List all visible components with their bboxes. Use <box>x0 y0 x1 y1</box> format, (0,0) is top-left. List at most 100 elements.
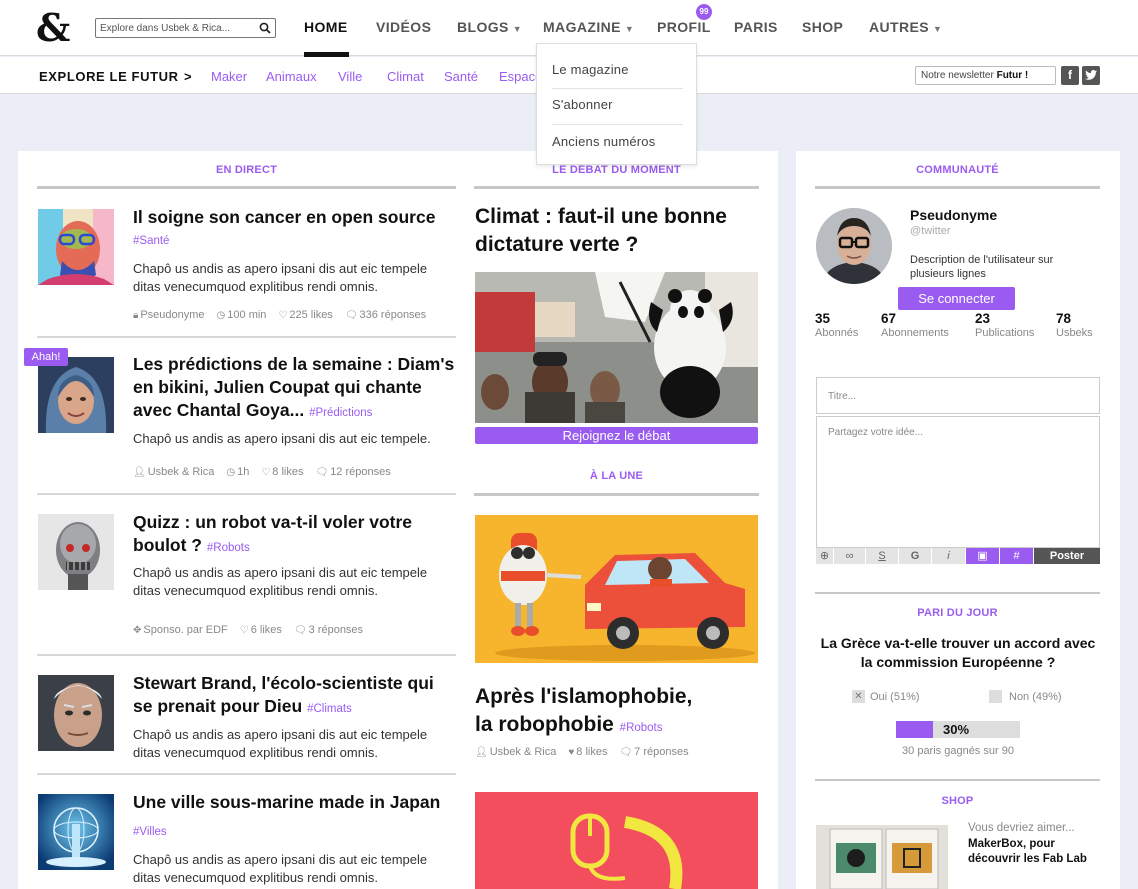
nav-blogs[interactable]: BLOGS ▼ <box>457 19 522 35</box>
article-thumbnail[interactable] <box>38 675 114 751</box>
bet-option-no[interactable]: Non (49%) <box>1009 691 1062 703</box>
stat-usbeks-count[interactable]: 78 <box>1056 311 1071 326</box>
heart-icon: ♡ <box>261 467 271 478</box>
post-title-input[interactable] <box>828 388 1088 404</box>
nav-profil[interactable]: PROFIL <box>657 19 711 35</box>
article-tag[interactable]: #Climats <box>307 703 352 715</box>
article-title[interactable]: Une ville sous-marine made in Japan <box>133 791 455 814</box>
time: 100 min <box>227 309 267 321</box>
author[interactable]: Pseudonyme <box>140 309 204 321</box>
twitter-icon[interactable] <box>1082 66 1100 85</box>
stat-following-count[interactable]: 67 <box>881 311 896 326</box>
article-title[interactable]: Quizz : un robot va-t-il voler votre bou… <box>133 511 455 560</box>
front-article-title-line2[interactable]: la robophobie <box>475 713 614 736</box>
front-article-image[interactable] <box>475 515 758 663</box>
article-title[interactable]: Stewart Brand, l'écolo-scientiste qui se… <box>133 672 455 721</box>
google-icon[interactable]: G <box>899 548 932 564</box>
sponsor[interactable]: Sponso. par EDF <box>143 624 227 636</box>
article-meta: ✥ Sponso. par EDF ♡ 6 likes 🗨︎ 3 réponses <box>133 624 375 636</box>
replies[interactable]: 7 réponses <box>634 746 688 758</box>
nav-magazine[interactable]: MAGAZINE ▼ <box>543 19 634 35</box>
article-image[interactable] <box>475 792 758 889</box>
author[interactable]: Usbek & Rica <box>490 746 557 758</box>
facebook-icon[interactable]: f <box>1061 66 1079 85</box>
article-thumbnail[interactable] <box>38 209 114 285</box>
menu-item-sabonner[interactable]: S'abonner <box>552 97 613 112</box>
link-icon[interactable]: ∞ <box>834 548 866 564</box>
post-body-field <box>816 416 1100 548</box>
add-icon[interactable]: ⊕ <box>816 548 834 564</box>
join-debate-button[interactable]: Rejoignez le débat <box>475 427 758 444</box>
nav-shop[interactable]: SHOP <box>802 19 843 35</box>
replies[interactable]: 336 réponses <box>360 309 427 321</box>
image-icon[interactable]: ▣ <box>966 548 1000 564</box>
search-box <box>95 18 276 38</box>
stat-publications-count[interactable]: 23 <box>975 311 990 326</box>
newsletter-input[interactable]: Notre newsletter Futur ! <box>915 66 1056 85</box>
menu-item-anciens-numeros[interactable]: Anciens numéros <box>552 134 655 149</box>
likes[interactable]: 8 likes <box>576 746 607 758</box>
debate-image[interactable] <box>475 272 758 423</box>
article-title-text[interactable]: Quizz : un robot va-t-il voler votre bou… <box>133 512 412 555</box>
topic-link[interactable]: Ville <box>338 69 362 84</box>
italic-icon[interactable]: i <box>932 548 966 564</box>
checkbox-no[interactable] <box>989 690 1002 703</box>
article-tag[interactable]: #Robots <box>207 542 250 554</box>
shop-product-name[interactable]: MakerBox, pour découvrir les Fab Lab <box>968 837 1108 867</box>
nav-home[interactable]: HOME <box>304 19 348 35</box>
topic-link[interactable]: Animaux <box>266 69 317 84</box>
likes[interactable]: 225 likes <box>289 309 332 321</box>
stat-followers-count[interactable]: 35 <box>815 311 830 326</box>
user-description: Description de l'utilisateur sur plusieu… <box>910 254 1054 280</box>
section-divider <box>474 186 759 189</box>
nav-autres[interactable]: AUTRES ▼ <box>869 19 942 35</box>
front-article-title-line1[interactable]: Après l'islamophobie, <box>475 685 692 708</box>
debate-title[interactable]: Climat : faut-il une bonne dictature ver… <box>475 203 758 259</box>
article-title-text[interactable]: Les prédictions de la semaine : Diam's e… <box>133 354 454 420</box>
user-handle[interactable]: @twitter <box>910 225 951 237</box>
bet-progress-bar: 30% <box>896 721 1020 738</box>
search-input[interactable] <box>100 20 255 36</box>
topic-link[interactable]: Climat <box>387 69 424 84</box>
article-tag[interactable]: #Prédictions <box>309 407 372 419</box>
shop-product-image[interactable] <box>816 825 948 889</box>
article-thumbnail[interactable] <box>38 357 114 433</box>
replies[interactable]: 12 réponses <box>330 466 391 478</box>
replies[interactable]: 3 réponses <box>309 624 363 636</box>
article-title[interactable]: Les prédictions de la semaine : Diam's e… <box>133 353 458 425</box>
article-thumbnail[interactable] <box>38 514 114 590</box>
likes[interactable]: 8 likes <box>272 466 303 478</box>
hashtag-icon[interactable]: # <box>1000 548 1034 564</box>
bet-option-yes[interactable]: Oui (51%) <box>870 691 920 703</box>
avatar[interactable] <box>816 208 892 284</box>
article-tag[interactable]: #Robots <box>620 722 663 734</box>
section-divider <box>474 493 759 496</box>
menu-item-le-magazine[interactable]: Le magazine <box>552 62 629 77</box>
user-name[interactable]: Pseudonyme <box>910 207 997 223</box>
article-title-text[interactable]: Stewart Brand, l'écolo-scientiste qui se… <box>133 673 434 716</box>
nav-blogs-label: BLOGS <box>457 19 509 35</box>
row-divider <box>37 773 456 775</box>
search-icon[interactable] <box>259 22 271 34</box>
newsletter-prefix: Notre newsletter <box>921 70 997 81</box>
nav-paris[interactable]: PARIS <box>734 19 778 35</box>
post-button[interactable]: Poster <box>1034 548 1100 564</box>
article-thumbnail[interactable] <box>38 794 114 870</box>
front-article-title[interactable]: Après l'islamophobie, la robophobie #Rob… <box>475 683 758 742</box>
bet-progress-label: 30% <box>943 722 970 737</box>
topic-link[interactable]: Maker <box>211 69 247 84</box>
nav-videos[interactable]: VIDÉOS <box>376 19 431 35</box>
article-tag[interactable]: #Villes <box>133 826 167 838</box>
article-tag[interactable]: #Santé <box>133 235 169 247</box>
site-logo[interactable]: & <box>36 8 70 48</box>
strike-icon[interactable]: S <box>866 548 899 564</box>
connect-button[interactable]: Se connecter <box>898 287 1015 310</box>
article-title[interactable]: Il soigne son cancer en open source <box>133 206 455 229</box>
author[interactable]: Usbek & Rica <box>148 466 215 478</box>
checkbox-yes[interactable]: ✕ <box>852 690 865 703</box>
likes[interactable]: 6 likes <box>251 624 282 636</box>
user-icon: 👤︎ <box>475 747 488 758</box>
topic-link[interactable]: Santé <box>444 69 478 84</box>
bet-progress-fill <box>896 721 934 738</box>
post-body-input[interactable] <box>828 427 1088 537</box>
